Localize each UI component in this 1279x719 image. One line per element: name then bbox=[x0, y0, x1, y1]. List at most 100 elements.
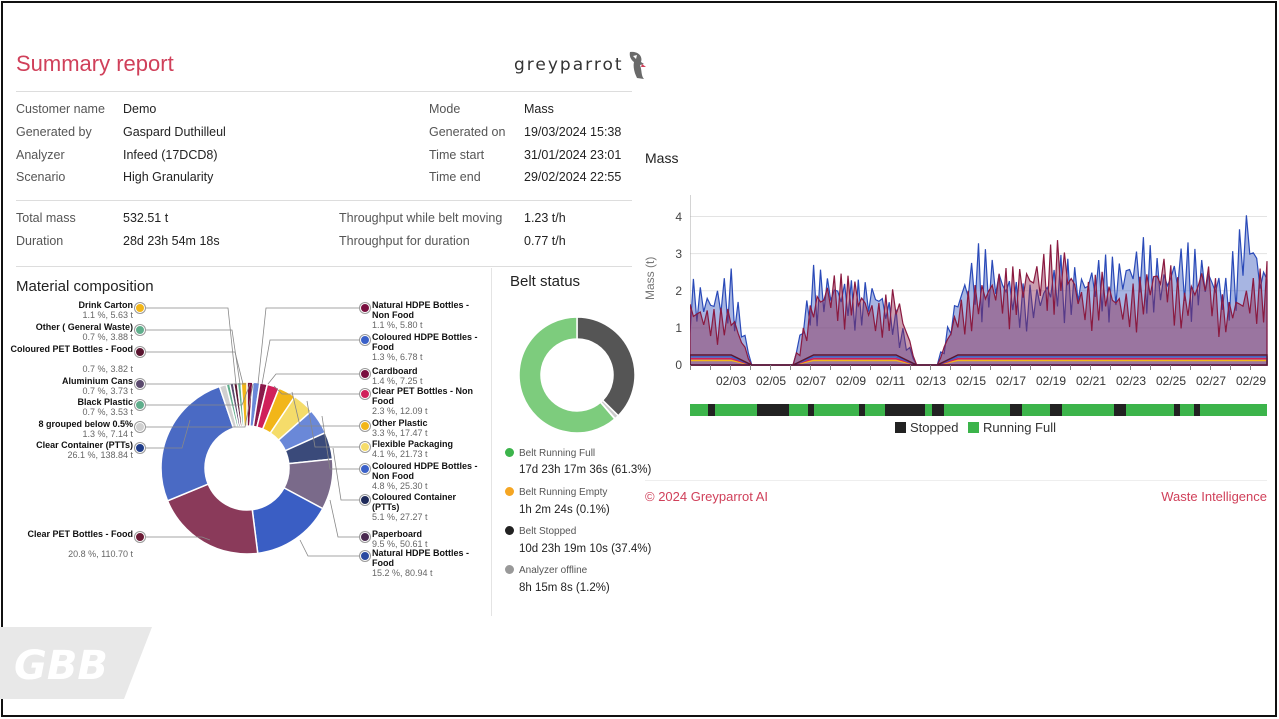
legend-value: 20.8 %, 110.70 t bbox=[68, 549, 133, 559]
timeline-stopped-segment bbox=[1010, 404, 1022, 416]
x-tick-mark bbox=[990, 365, 991, 370]
legend-connector bbox=[146, 329, 241, 385]
legend-name: Drink Carton bbox=[78, 300, 133, 310]
x-tick-mark bbox=[1090, 365, 1091, 370]
x-tick-mark bbox=[790, 365, 791, 370]
belt-empty-label: Belt Running Empty bbox=[519, 487, 608, 498]
legend-connector bbox=[329, 499, 359, 538]
x-tick-mark bbox=[1070, 365, 1071, 370]
meta-value-time-start: 31/01/2024 23:01 bbox=[524, 148, 622, 162]
stopped-swatch bbox=[895, 422, 906, 433]
legend-dot bbox=[135, 422, 145, 432]
x-tick-mark bbox=[910, 365, 911, 370]
legend-dot bbox=[135, 303, 145, 313]
x-tick-mark bbox=[730, 365, 731, 370]
section-divider bbox=[491, 268, 492, 616]
x-tick: 02/27 bbox=[1196, 374, 1227, 388]
legend-connector bbox=[299, 539, 359, 557]
legend-name: Coloured HDPE Bottles - Non Food bbox=[372, 461, 478, 481]
legend-value: 15.2 %, 80.94 t bbox=[372, 568, 433, 578]
belt-offline-value: 8h 15m 8s (1.2%) bbox=[519, 582, 610, 594]
legend-connector bbox=[267, 373, 359, 385]
legend-dot bbox=[360, 369, 370, 379]
x-tick-mark bbox=[890, 365, 891, 370]
x-tick: 02/23 bbox=[1116, 374, 1147, 388]
belt-empty-value: 1h 2m 24s (0.1%) bbox=[519, 504, 610, 516]
belt-status-title: Belt status bbox=[510, 273, 581, 290]
legend-name: 8 grouped below 0.5% bbox=[38, 419, 133, 429]
x-tick-mark bbox=[830, 365, 831, 370]
timeline-stopped-segment bbox=[1114, 404, 1126, 416]
meta-label-customer: Customer name bbox=[16, 102, 105, 116]
legend-dot bbox=[360, 335, 370, 345]
legend-value: 1.3 %, 6.78 t bbox=[372, 352, 423, 362]
timeline-stopped-segment bbox=[708, 404, 715, 416]
x-tick-mark bbox=[750, 365, 751, 370]
meta-label-time-start: Time start bbox=[429, 148, 485, 162]
mass-chart-title: Mass bbox=[645, 150, 679, 166]
x-tick-mark bbox=[810, 365, 811, 370]
belt-empty-dot bbox=[505, 487, 514, 496]
legend-connector bbox=[261, 339, 359, 385]
legend-value: 5.1 %, 27.27 t bbox=[372, 512, 428, 522]
belt-slice bbox=[576, 316, 636, 417]
running-label: Running Full bbox=[983, 420, 1056, 435]
meta-value-generated-by: Gaspard Duthilleul bbox=[123, 125, 226, 139]
belt-offline-label: Analyzer offline bbox=[519, 565, 588, 576]
timeline-stopped-segment bbox=[885, 404, 925, 416]
y-tick-1: 1 bbox=[675, 321, 682, 335]
timeline-stopped-segment bbox=[859, 404, 865, 416]
x-tick-mark bbox=[1250, 365, 1251, 370]
timeline-stopped-segment bbox=[1174, 404, 1180, 416]
timeline-stopped-segment bbox=[757, 404, 789, 416]
legend-value: 1.3 %, 7.14 t bbox=[82, 429, 133, 439]
duration-label: Duration bbox=[16, 234, 64, 248]
timeline-stopped-segment bbox=[932, 404, 944, 416]
legend-dot bbox=[360, 495, 370, 505]
x-tick-mark bbox=[850, 365, 851, 370]
timeline-stopped-segment bbox=[808, 404, 814, 416]
stopped-label: Stopped bbox=[910, 420, 959, 435]
legend-dot bbox=[135, 379, 145, 389]
throughput-moving-value: 1.23 t/h bbox=[524, 211, 566, 225]
legend-name: Natural HDPE Bottles - Non Food bbox=[372, 300, 470, 320]
legend-value: 2.3 %, 12.09 t bbox=[372, 406, 428, 416]
meta-label-analyzer: Analyzer bbox=[16, 148, 65, 162]
legend-name: Other Plastic bbox=[372, 418, 428, 428]
x-tick-mark bbox=[1190, 365, 1191, 370]
mass-y-axis-label: Mass (t) bbox=[643, 256, 657, 300]
meta-value-customer: Demo bbox=[123, 102, 157, 116]
legend-name: Coloured HDPE Bottles - Food bbox=[372, 332, 478, 352]
x-tick-mark bbox=[1030, 365, 1031, 370]
belt-timeline-bar bbox=[690, 404, 1267, 416]
throughput-duration-label: Throughput for duration bbox=[339, 234, 470, 248]
meta-label-generated-on: Generated on bbox=[429, 125, 506, 139]
y-tick-0: 0 bbox=[675, 358, 682, 372]
total-mass-value: 532.51 t bbox=[123, 211, 169, 225]
legend-dot bbox=[360, 442, 370, 452]
x-tick: 02/21 bbox=[1076, 374, 1107, 388]
x-tick-mark bbox=[770, 365, 771, 370]
x-tick-mark bbox=[1110, 365, 1111, 370]
x-tick: 02/15 bbox=[956, 374, 987, 388]
x-tick-mark bbox=[1170, 365, 1171, 370]
parrot-icon bbox=[629, 51, 646, 79]
meta-label-time-end: Time end bbox=[429, 170, 481, 184]
x-tick-mark bbox=[1050, 365, 1051, 370]
legend-value: 4.8 %, 25.30 t bbox=[372, 481, 428, 491]
legend-value: 1.1 %, 5.80 t bbox=[372, 320, 423, 330]
belt-stopped-value: 10d 23h 19m 10s (37.4%) bbox=[519, 543, 652, 555]
belt-full-dot bbox=[505, 448, 514, 457]
footer-copyright: © 2024 Greyparrot AI bbox=[645, 489, 769, 504]
totals-divider bbox=[16, 266, 632, 267]
footer-tagline: Waste Intelligence bbox=[1161, 489, 1267, 504]
x-tick: 02/17 bbox=[996, 374, 1027, 388]
legend-value: 4.1 %, 21.73 t bbox=[372, 449, 428, 459]
legend-value: 0.7 %, 3.82 t bbox=[82, 364, 133, 374]
belt-stopped-label: Belt Stopped bbox=[519, 526, 577, 537]
duration-value: 28d 23h 54m 18s bbox=[123, 234, 220, 248]
legend-connector bbox=[257, 307, 359, 385]
legend-name: Black Plastic bbox=[77, 397, 133, 407]
throughput-duration-value: 0.77 t/h bbox=[524, 234, 566, 248]
legend-value: 1.4 %, 7.25 t bbox=[372, 376, 423, 386]
